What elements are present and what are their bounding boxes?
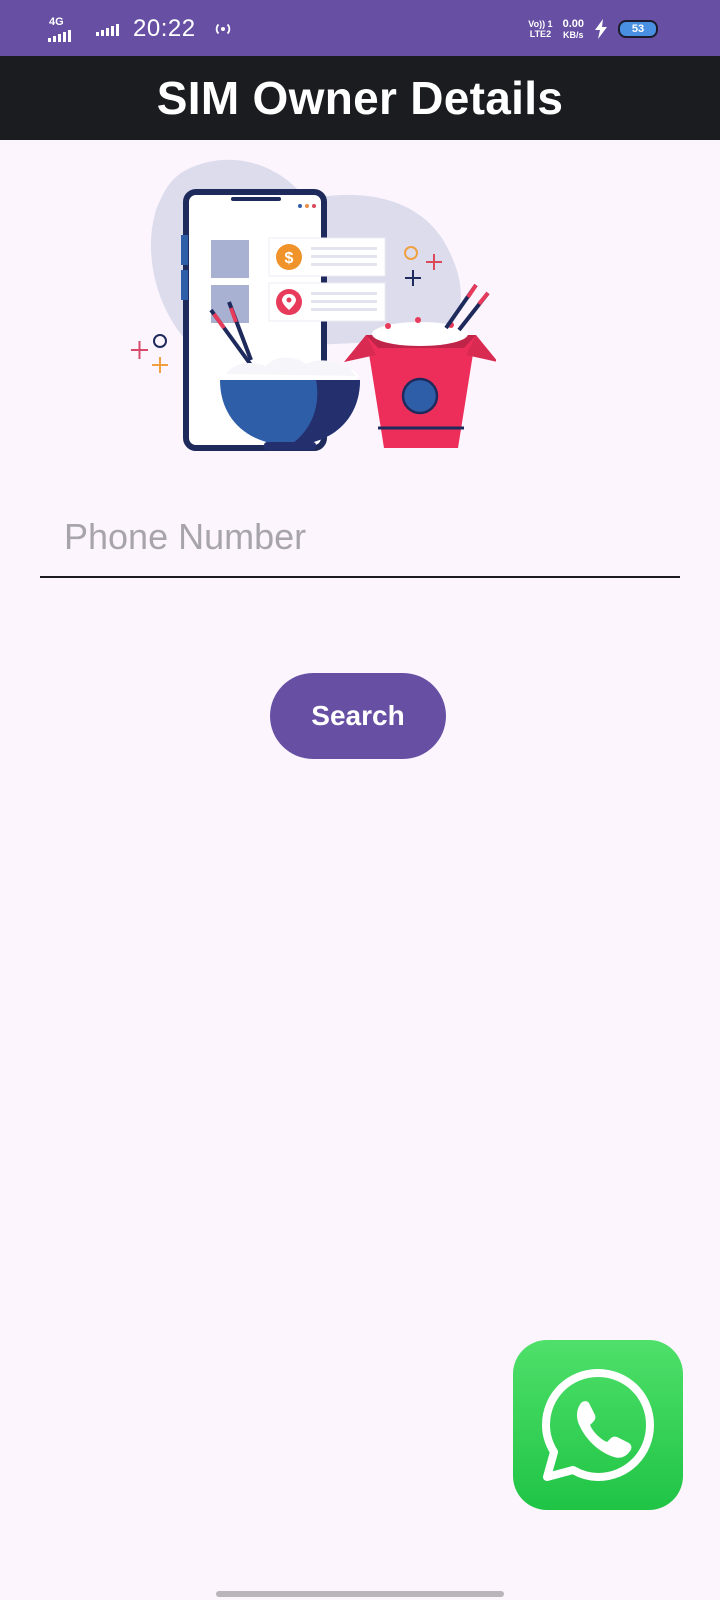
volte-line1: Vo)) 1 <box>528 19 553 29</box>
page-title: SIM Owner Details <box>156 72 564 124</box>
phone-number-field[interactable] <box>40 500 680 578</box>
whatsapp-button[interactable] <box>513 1340 683 1510</box>
whatsapp-icon <box>542 1369 654 1481</box>
volte-line2: LTE2 <box>529 29 552 39</box>
bolt-icon <box>595 19 607 39</box>
signal-bars-sim2-icon <box>96 22 119 36</box>
net-speed-value: 0.00 <box>562 17 584 30</box>
home-indicator[interactable] <box>216 1591 504 1597</box>
phone-number-input[interactable] <box>40 500 680 574</box>
status-left: 4G 20:22 <box>48 14 234 44</box>
clock: 20:22 <box>133 15 196 42</box>
status-bar: 4G 20:22 Vo)) 1 LTE2 0.00 KB/s 53 <box>0 0 720 56</box>
app-bar: SIM Owner Details <box>0 56 720 140</box>
search-button[interactable]: Search <box>270 673 446 759</box>
phone-with-food-illustration: $ <box>131 159 496 451</box>
battery-icon: 53 <box>618 20 658 38</box>
volte-indicator: Vo)) 1 LTE2 <box>528 19 552 39</box>
net-speed-unit: KB/s <box>563 29 584 40</box>
net-speed: 0.00 KB/s <box>562 17 584 40</box>
hotspot-icon <box>215 23 230 35</box>
svg-text:$: $ <box>285 250 294 267</box>
status-right: Vo)) 1 LTE2 0.00 KB/s 53 <box>528 15 658 43</box>
signal-bars-sim1-icon <box>48 28 71 42</box>
network-type-label: 4G <box>49 16 64 28</box>
battery-level: 53 <box>631 23 645 35</box>
network-type-indicator: 4G <box>48 16 82 42</box>
